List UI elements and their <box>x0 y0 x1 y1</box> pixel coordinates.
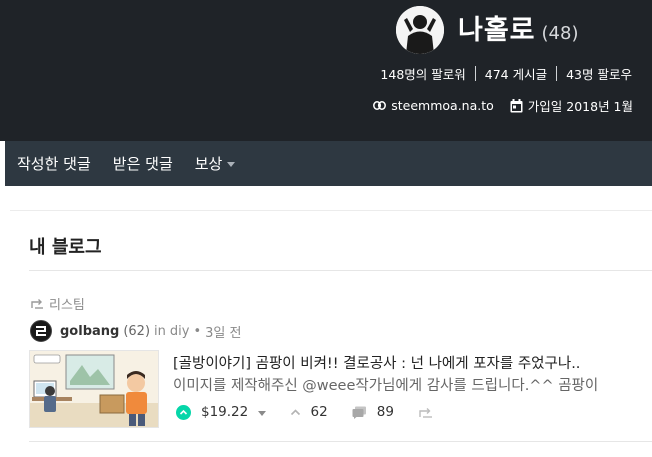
profile-meta: steemmoa.na.to 가입일 2018년 1월 <box>373 96 633 115</box>
post-author-reputation: (62) <box>123 323 151 339</box>
profile-website-link[interactable]: steemmoa.na.to <box>391 98 494 113</box>
nav-comments-received[interactable]: 받은 댓글 <box>102 141 184 186</box>
section-divider <box>29 270 652 271</box>
followers-count[interactable]: 148명의 팔로워 <box>380 64 465 83</box>
caret-down-icon <box>257 411 266 416</box>
resteem-label: 리스팀 <box>49 298 85 313</box>
post-payout[interactable]: $19.22 <box>201 404 266 420</box>
post-author-name[interactable]: golbang <box>60 324 119 339</box>
post-comments[interactable]: 89 <box>352 404 394 420</box>
profile-joined-date: 가입일 2018년 1월 <box>527 99 633 114</box>
blog-section-title: 내 블로그 <box>29 237 102 258</box>
resteem-indicator: 리스팀 <box>30 294 85 313</box>
profile-nav: 작성한 댓글 받은 댓글 보상 <box>5 141 652 186</box>
golbang-logo-icon <box>36 326 46 336</box>
content-divider <box>10 210 652 211</box>
profile-avatar[interactable] <box>396 6 444 54</box>
author-avatar[interactable] <box>30 320 52 342</box>
stats-divider <box>556 66 558 81</box>
following-count[interactable]: 43명 팔로우 <box>566 64 632 83</box>
nav-comments-written[interactable]: 작성한 댓글 <box>5 141 102 186</box>
post-timestamp[interactable]: 3일 전 <box>205 322 241 341</box>
nav-item-label: 보상 <box>194 155 223 173</box>
post-thumbnail[interactable] <box>29 350 159 428</box>
resteem-icon <box>30 298 44 309</box>
nav-item-label: 받은 댓글 <box>112 155 173 173</box>
link-icon <box>373 101 387 110</box>
post-title-link[interactable]: [골방이야기] 곰팡이 비켜!! 결로공사 : 넌 나에게 포자를 주었구나.. <box>173 352 580 373</box>
post-footer: $19.22 62 89 <box>176 404 433 420</box>
resteem-icon <box>419 407 432 418</box>
upvote-icon[interactable] <box>176 404 191 420</box>
profile-name-row: 나홀로 (48) <box>458 8 579 46</box>
cartoon-thumbnail-image <box>30 351 158 427</box>
profile-name: 나홀로 <box>458 15 536 46</box>
posts-count[interactable]: 474 게시글 <box>485 64 547 83</box>
profile-stats: 148명의 팔로워 474 게시글 43명 팔로우 <box>380 64 632 83</box>
calendar-icon <box>510 98 523 113</box>
avatar-figure-icon <box>396 6 444 54</box>
profile-reputation: (48) <box>541 23 579 44</box>
nav-rewards-dropdown[interactable]: 보상 <box>184 141 247 186</box>
post-votes[interactable]: 62 <box>290 404 328 420</box>
post-excerpt[interactable]: 이미지를 제작해주신 @weee작가님에게 감사를 드립니다.^^ 곰팡이 <box>173 374 598 395</box>
post-in-label: in <box>154 323 166 339</box>
resteem-button[interactable] <box>418 407 433 418</box>
post-category-link[interactable]: diy <box>170 324 190 339</box>
comment-count: 89 <box>376 404 394 420</box>
profile-header: 나홀로 (48) 148명의 팔로워 474 게시글 43명 팔로우 steem… <box>0 0 652 141</box>
meta-separator: • <box>193 323 202 339</box>
chevron-up-icon <box>290 408 301 416</box>
caret-down-icon <box>227 161 236 167</box>
payout-value: $19.22 <box>201 404 249 420</box>
comments-icon <box>352 406 367 419</box>
post-author-row: golbang (62) in diy • 3일 전 <box>30 320 241 342</box>
stats-divider <box>474 66 476 81</box>
nav-item-label: 작성한 댓글 <box>17 155 91 173</box>
post-divider <box>29 441 652 442</box>
vote-count: 62 <box>310 404 328 420</box>
